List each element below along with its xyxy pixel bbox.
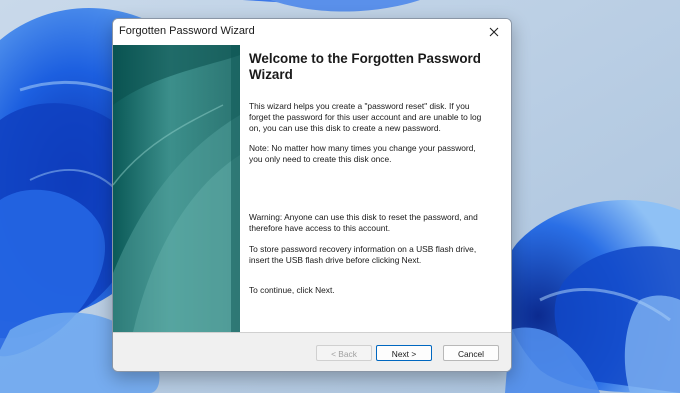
close-button[interactable] [481, 21, 507, 43]
wizard-window: Forgotten Password Wizard Welcome to the… [112, 18, 512, 372]
wizard-side-banner [113, 45, 240, 332]
cancel-button[interactable]: Cancel [443, 345, 499, 361]
back-button[interactable]: < Back [316, 345, 372, 361]
continue-paragraph: To continue, click Next. [249, 285, 335, 295]
close-icon [489, 27, 499, 37]
window-title: Forgotten Password Wizard [119, 25, 255, 37]
usb-paragraph: To store password recovery information o… [249, 244, 477, 265]
intro-paragraph: This wizard helps you create a "password… [249, 101, 482, 133]
note-paragraph: Note: No matter how many times you chang… [249, 143, 476, 164]
next-button[interactable]: Next > [376, 345, 432, 361]
title-bar: Forgotten Password Wizard [113, 19, 511, 45]
banner-swoosh-graphic [113, 45, 240, 332]
warning-paragraph: Warning: Anyone can use this disk to res… [249, 212, 478, 233]
wizard-heading: Welcome to the Forgotten Password Wizard [249, 51, 481, 82]
